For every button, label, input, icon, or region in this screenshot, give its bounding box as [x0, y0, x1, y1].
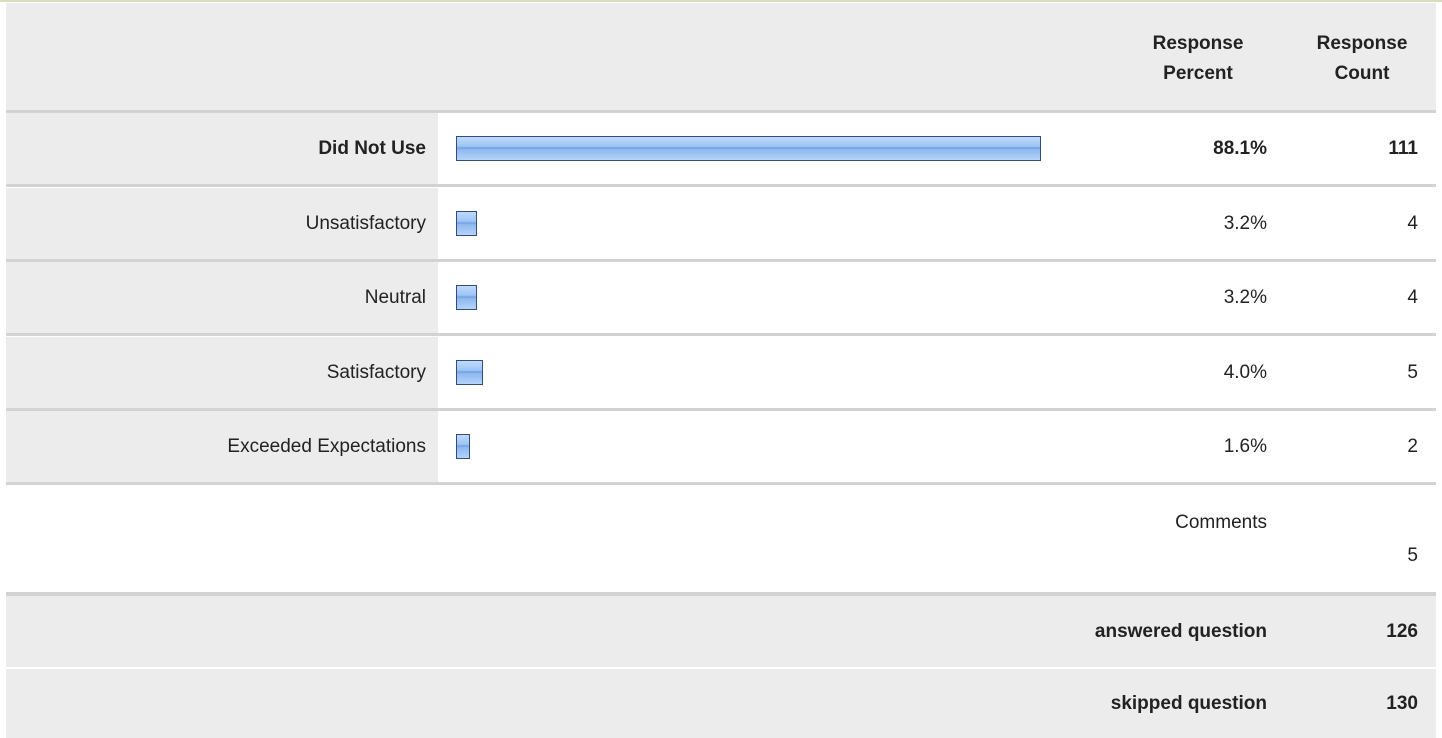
comments-row: Comments 5	[6, 487, 1436, 591]
answer-row: Exceeded Expectations 1.6% 2	[6, 411, 1436, 482]
answer-row: Satisfactory 4.0% 5	[6, 337, 1436, 408]
answered-question-row: answered question 126	[6, 596, 1436, 668]
response-count: 5	[1407, 362, 1418, 383]
response-percent-header-line2: Percent	[1163, 63, 1233, 84]
response-percent: 1.6%	[1223, 436, 1267, 457]
response-count: 4	[1407, 213, 1418, 234]
response-percent-header: Response Percent	[1123, 29, 1273, 89]
answered-question-count: 126	[1386, 621, 1418, 642]
response-count-header-line2: Count	[1334, 63, 1390, 84]
response-bar	[456, 360, 483, 385]
answer-label-cell: Satisfactory	[6, 337, 438, 408]
answer-label: Neutral	[364, 287, 426, 308]
answer-row: Neutral 3.2% 4	[6, 262, 1436, 333]
comments-link[interactable]: Comments	[1121, 512, 1267, 534]
answer-label-cell: Unsatisfactory	[6, 188, 438, 259]
comments-count: 5	[1407, 545, 1418, 566]
response-percent: 4.0%	[1223, 362, 1267, 383]
row-separator	[6, 184, 1436, 187]
skipped-question-row: skipped question 130	[6, 669, 1436, 738]
response-bar	[456, 285, 477, 310]
response-count: 111	[1388, 138, 1418, 159]
response-count-header: Response Count	[1287, 29, 1437, 89]
answer-label-cell: Exceeded Expectations	[6, 411, 438, 482]
response-bar	[456, 136, 1041, 161]
answer-label: Satisfactory	[326, 362, 426, 383]
table-header: Response Percent Response Count	[6, 3, 1436, 111]
top-border	[0, 0, 1442, 2]
answer-label-cell: Neutral	[6, 262, 438, 333]
response-percent: 3.2%	[1223, 213, 1267, 234]
answer-label-cell: Did Not Use	[6, 113, 438, 184]
row-separator	[6, 482, 1436, 485]
skipped-question-count: 130	[1386, 693, 1418, 714]
answer-label: Did Not Use	[318, 138, 426, 159]
skipped-question-label: skipped question	[1110, 693, 1267, 714]
response-count-header-line1: Response	[1316, 33, 1408, 54]
response-count: 2	[1407, 436, 1418, 457]
response-percent: 88.1%	[1213, 138, 1267, 159]
response-bar	[456, 211, 477, 236]
answer-label: Unsatisfactory	[305, 213, 426, 234]
answered-question-label: answered question	[1094, 621, 1267, 642]
response-bar	[456, 434, 470, 459]
header-separator	[6, 110, 1436, 113]
answer-label: Exceeded Expectations	[227, 436, 426, 457]
response-percent: 3.2%	[1223, 287, 1267, 308]
answer-row: Did Not Use 88.1% 111	[6, 113, 1436, 184]
response-percent-header-line1: Response	[1152, 33, 1244, 54]
response-count: 4	[1407, 287, 1418, 308]
row-separator	[6, 333, 1436, 336]
answer-row: Unsatisfactory 3.2% 4	[6, 188, 1436, 259]
